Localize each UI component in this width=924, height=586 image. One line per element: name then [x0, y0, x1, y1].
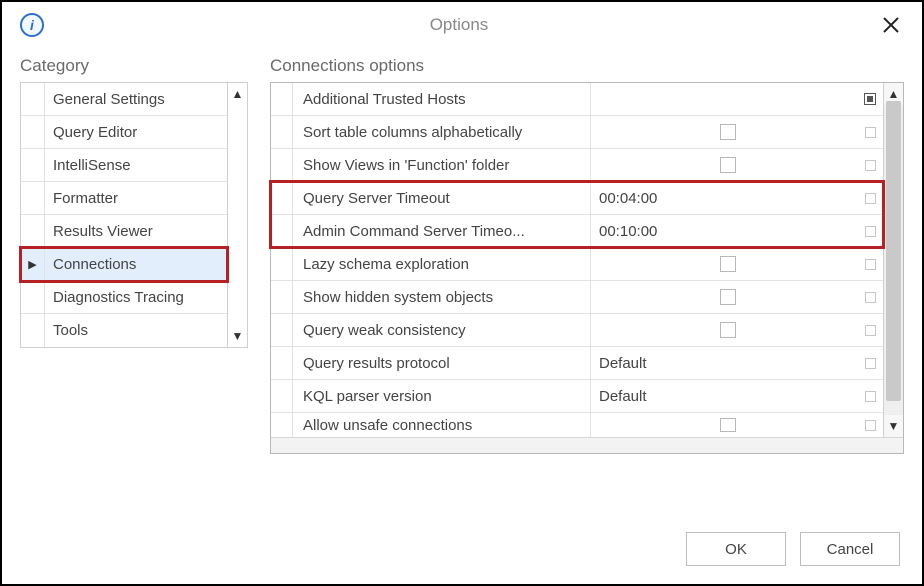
- category-item-label: Formatter: [45, 190, 118, 207]
- option-row-weak-consistency[interactable]: Query weak consistency: [271, 314, 883, 347]
- option-name: Lazy schema exploration: [293, 248, 591, 280]
- option-name: Additional Trusted Hosts: [293, 83, 591, 115]
- option-row-admin-command-timeout[interactable]: Admin Command Server Timeo... 00:10:00: [271, 215, 883, 248]
- option-name: KQL parser version: [293, 380, 591, 412]
- checkbox[interactable]: [720, 289, 736, 305]
- option-name: Sort table columns alphabetically: [293, 116, 591, 148]
- category-item-label: IntelliSense: [45, 157, 131, 174]
- cell-marker-icon: [865, 160, 876, 171]
- options-grid-footer: [271, 437, 903, 453]
- option-name: Query results protocol: [293, 347, 591, 379]
- category-item-general-settings[interactable]: General Settings: [21, 83, 227, 116]
- checkbox[interactable]: [720, 157, 736, 173]
- category-list: General Settings Query Editor IntelliSen…: [20, 82, 248, 348]
- cell-marker-icon: [865, 325, 876, 336]
- category-item-diagnostics-tracing[interactable]: Diagnostics Tracing: [21, 281, 227, 314]
- option-name: Allow unsafe connections: [293, 413, 591, 437]
- ok-button[interactable]: OK: [686, 532, 786, 566]
- category-item-tools[interactable]: Tools: [21, 314, 227, 347]
- category-item-label: Connections: [45, 256, 136, 273]
- checkbox[interactable]: [720, 322, 736, 338]
- category-scrollbar[interactable]: ▲ ▼: [227, 83, 247, 347]
- option-value[interactable]: Default: [591, 347, 857, 379]
- option-value[interactable]: [591, 83, 857, 115]
- category-label: Category: [20, 56, 248, 76]
- option-row-results-protocol[interactable]: Query results protocol Default: [271, 347, 883, 380]
- option-row-show-views[interactable]: Show Views in 'Function' folder: [271, 149, 883, 182]
- options-dialog: i Options Category General Settings: [0, 0, 924, 586]
- scroll-down-icon[interactable]: ▼: [884, 415, 903, 437]
- options-grid: Additional Trusted Hosts Sort table colu…: [270, 82, 904, 454]
- checkbox[interactable]: [720, 418, 736, 432]
- titlebar: i Options: [2, 2, 922, 48]
- dialog-title: Options: [44, 15, 874, 35]
- category-item-connections[interactable]: ▶ Connections: [21, 248, 227, 281]
- category-item-label: Query Editor: [45, 124, 137, 141]
- category-item-formatter[interactable]: Formatter: [21, 182, 227, 215]
- category-item-label: Results Viewer: [45, 223, 153, 240]
- cell-marker-icon: [865, 358, 876, 369]
- cell-marker-icon: [865, 292, 876, 303]
- option-value[interactable]: Default: [591, 380, 857, 412]
- category-item-label: General Settings: [45, 91, 165, 108]
- cell-marker-icon: [865, 226, 876, 237]
- category-item-label: Tools: [45, 322, 88, 339]
- cell-marker-icon: [865, 193, 876, 204]
- category-item-query-editor[interactable]: Query Editor: [21, 116, 227, 149]
- cancel-button[interactable]: Cancel: [800, 532, 900, 566]
- cell-marker-icon: [864, 93, 876, 105]
- checkbox[interactable]: [720, 256, 736, 272]
- category-item-label: Diagnostics Tracing: [45, 289, 184, 306]
- option-name: Show hidden system objects: [293, 281, 591, 313]
- option-row-hidden-system[interactable]: Show hidden system objects: [271, 281, 883, 314]
- option-row-unsafe-connections[interactable]: Allow unsafe connections: [271, 413, 883, 437]
- scroll-up-icon[interactable]: ▲: [228, 83, 247, 105]
- option-value[interactable]: 00:04:00: [591, 182, 857, 214]
- cell-marker-icon: [865, 127, 876, 138]
- cell-marker-icon: [865, 259, 876, 270]
- cell-marker-icon: [865, 391, 876, 402]
- close-button[interactable]: [874, 8, 908, 42]
- info-icon: i: [20, 13, 44, 37]
- option-name: Admin Command Server Timeo...: [293, 215, 591, 247]
- option-name: Show Views in 'Function' folder: [293, 149, 591, 181]
- checkbox[interactable]: [720, 124, 736, 140]
- option-row-lazy-schema[interactable]: Lazy schema exploration: [271, 248, 883, 281]
- option-value[interactable]: 00:10:00: [591, 215, 857, 247]
- close-icon: [883, 17, 899, 33]
- cell-marker-icon: [865, 420, 876, 431]
- scroll-down-icon[interactable]: ▼: [228, 325, 247, 347]
- option-row-query-server-timeout[interactable]: Query Server Timeout 00:04:00: [271, 182, 883, 215]
- category-item-intellisense[interactable]: IntelliSense: [21, 149, 227, 182]
- option-name: Query weak consistency: [293, 314, 591, 346]
- options-label: Connections options: [270, 56, 904, 76]
- scroll-thumb[interactable]: [886, 101, 901, 401]
- option-row-kql-parser[interactable]: KQL parser version Default: [271, 380, 883, 413]
- options-scrollbar[interactable]: ▲ ▼: [883, 83, 903, 437]
- category-item-results-viewer[interactable]: Results Viewer: [21, 215, 227, 248]
- chevron-right-icon: ▶: [21, 248, 45, 280]
- option-name: Query Server Timeout: [293, 182, 591, 214]
- option-row-additional-trusted-hosts[interactable]: Additional Trusted Hosts: [271, 83, 883, 116]
- option-row-sort-columns[interactable]: Sort table columns alphabetically: [271, 116, 883, 149]
